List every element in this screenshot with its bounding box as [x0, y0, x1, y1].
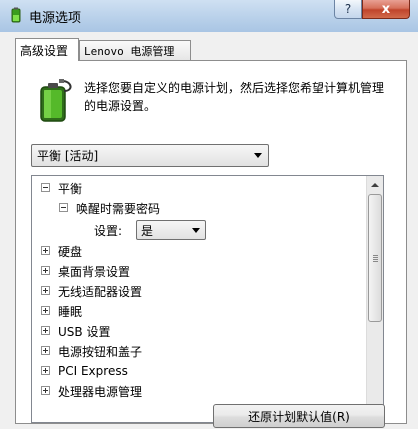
battery-plug-icon	[40, 79, 72, 122]
scroll-thumb[interactable]	[368, 194, 382, 322]
tree-node-label: 处理器电源管理	[58, 384, 143, 399]
close-button[interactable]: x	[362, 0, 410, 19]
tree-node-label: PCI Express	[58, 364, 128, 378]
tree-node-wake-password[interactable]: 唤醒时需要密码	[32, 199, 362, 217]
window-title: 电源选项	[29, 11, 82, 26]
advanced-settings-panel: 选择您要自定义的电源计划，然后选择您希望计算机管理的电源设置。 平衡 [活动] …	[15, 60, 407, 428]
help-button[interactable]: ?	[334, 0, 362, 19]
setting-select[interactable]: 是	[136, 220, 206, 240]
tree-node-label: 睡眠	[58, 304, 83, 319]
description-text: 选择您要自定义的电源计划，然后选择您希望计算机管理的电源设置。	[84, 81, 385, 113]
expand-icon[interactable]	[41, 326, 50, 335]
scroll-up-button[interactable]	[367, 176, 383, 193]
tree-node-processor[interactable]: 处理器电源管理	[32, 382, 362, 400]
restore-defaults-button[interactable]: 还原计划默认值(R)	[213, 404, 385, 428]
expand-icon[interactable]	[41, 246, 50, 255]
grip-icon	[373, 255, 378, 262]
chevron-up-icon	[371, 182, 379, 187]
tree-node-sleep[interactable]: 睡眠	[32, 302, 362, 320]
tree-node-usb[interactable]: USB 设置	[32, 322, 362, 340]
tree-node-harddisk[interactable]: 硬盘	[32, 242, 362, 260]
tree-node-label: USB 设置	[58, 324, 111, 339]
tree-node-balanced[interactable]: 平衡	[32, 179, 362, 197]
expand-icon[interactable]	[41, 266, 50, 275]
expand-icon[interactable]	[41, 366, 50, 375]
chevron-down-icon	[254, 153, 262, 158]
dialog-body: 高级设置 Lenovo 电源管理 选择您要自定义的电源计划，然后选择您希望计算机…	[0, 32, 418, 429]
tree-node-power-buttons[interactable]: 电源按钮和盖子	[32, 342, 362, 360]
collapse-icon[interactable]	[41, 183, 50, 192]
title-bar: 电源选项 ? x	[0, 0, 418, 33]
chevron-down-icon	[192, 228, 200, 233]
collapse-icon[interactable]	[59, 203, 68, 212]
tree-node-label: 硬盘	[58, 244, 83, 259]
setting-value: 是	[141, 223, 154, 238]
tree-node-wireless[interactable]: 无线适配器设置	[32, 282, 362, 300]
tree-node-label: 平衡	[58, 181, 83, 196]
power-plan-select[interactable]: 平衡 [活动]	[31, 144, 269, 167]
power-plan-value: 平衡 [活动]	[37, 149, 99, 163]
tab-lenovo-power[interactable]: Lenovo 电源管理	[79, 40, 191, 60]
tree-scrollbar[interactable]	[366, 176, 383, 422]
expand-icon[interactable]	[41, 306, 50, 315]
tree-node-pci-express[interactable]: PCI Express	[32, 362, 362, 380]
expand-icon[interactable]	[41, 286, 50, 295]
tree-node-label: 无线适配器设置	[58, 284, 143, 299]
expand-icon[interactable]	[41, 386, 50, 395]
tree-node-setting: 设置: 是	[32, 219, 362, 241]
settings-tree[interactable]: 平衡 唤醒时需要密码 设置: 是 硬盘 桌面背景设置 无线适配器设置 睡眠 US…	[31, 175, 384, 423]
tab-advanced-settings[interactable]: 高级设置	[15, 38, 79, 61]
tree-node-label: 唤醒时需要密码	[76, 201, 161, 216]
battery-plug-icon	[11, 7, 21, 23]
setting-label: 设置:	[94, 223, 123, 238]
tree-node-label: 电源按钮和盖子	[58, 344, 143, 359]
expand-icon[interactable]	[41, 346, 50, 355]
tree-node-desktop-background[interactable]: 桌面背景设置	[32, 262, 362, 280]
tree-node-label: 桌面背景设置	[58, 264, 131, 279]
